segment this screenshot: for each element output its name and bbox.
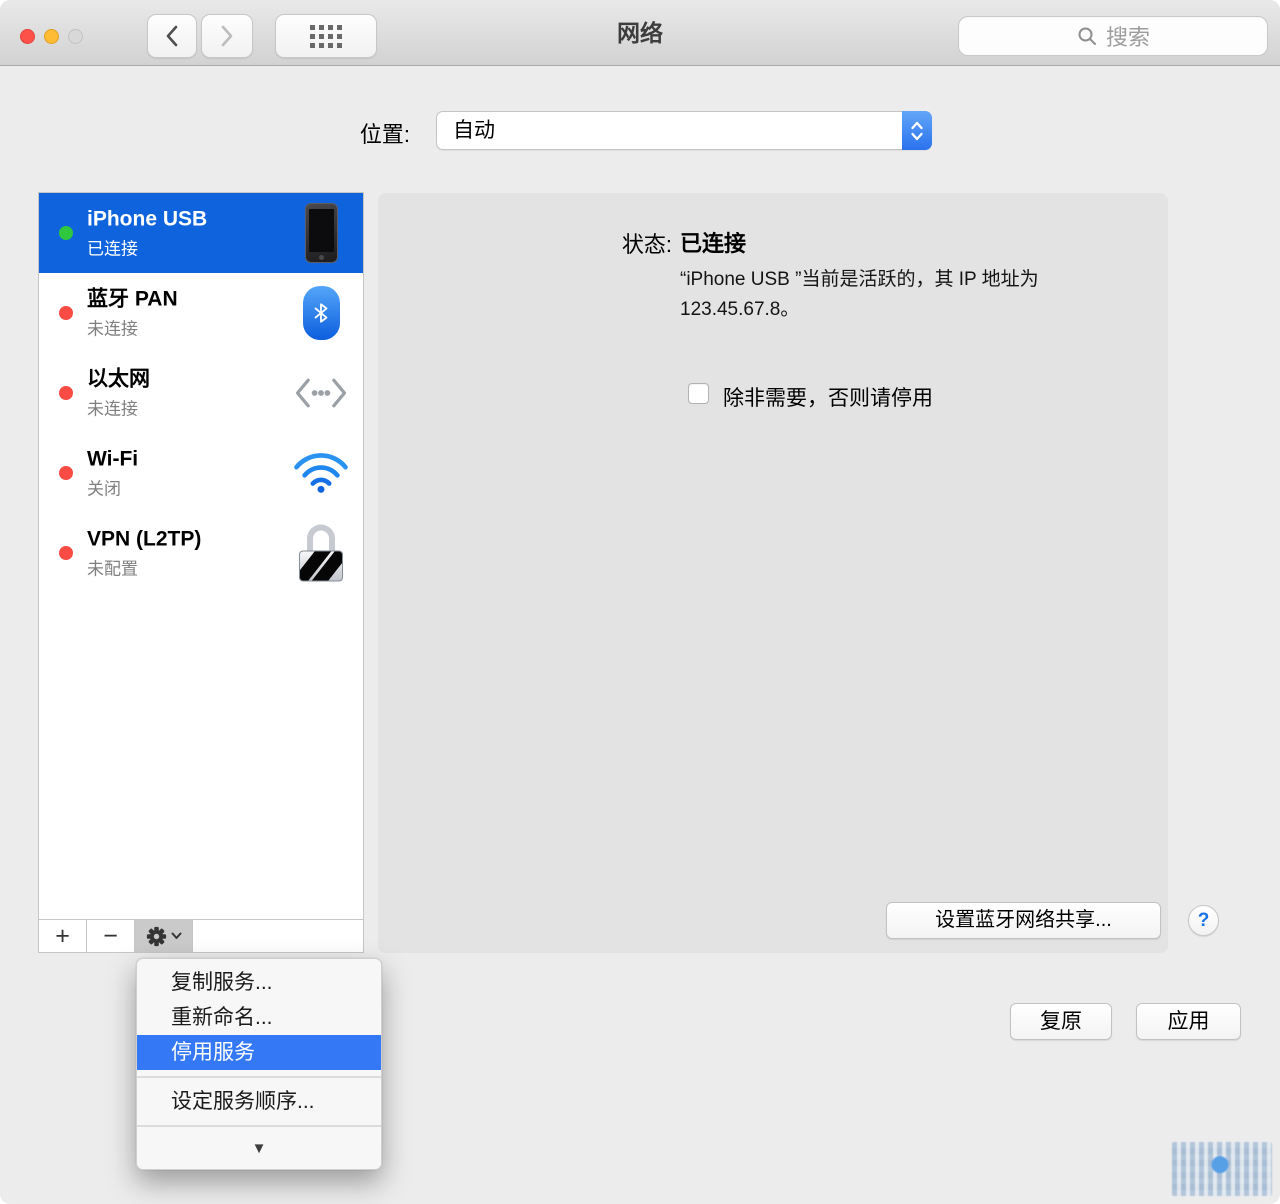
menu-item-rename-service[interactable]: 重新命名... <box>137 1000 381 1035</box>
window-title: 网络 <box>380 0 900 66</box>
chevron-left-icon <box>165 24 179 48</box>
apply-button[interactable]: 应用 <box>1136 1003 1241 1040</box>
iphone-icon <box>305 203 338 263</box>
service-status: 未连接 <box>87 395 150 420</box>
services-list: iPhone USB 已连接 蓝牙 PAN 未连接 以太网 <box>38 192 364 953</box>
service-actions-menu: 复制服务... 重新命名... 停用服务 设定服务顺序... ▼ <box>136 958 382 1170</box>
search-placeholder: 搜索 <box>1106 20 1150 52</box>
zoom-button[interactable] <box>68 29 83 44</box>
grid-icon <box>310 25 342 48</box>
lock-icon <box>299 525 343 582</box>
gear-icon <box>146 926 167 947</box>
back-button[interactable] <box>147 14 197 58</box>
menu-item-duplicate-service[interactable]: 复制服务... <box>137 965 381 1000</box>
wifi-icon <box>293 452 349 494</box>
service-status: 未连接 <box>87 315 178 340</box>
menu-scroll-down-arrow[interactable]: ▼ <box>137 1133 381 1163</box>
status-dot-connected <box>59 226 73 240</box>
status-dot-off <box>59 466 73 480</box>
minimize-button[interactable] <box>44 29 59 44</box>
location-label: 位置: <box>300 117 410 149</box>
search-input[interactable]: 搜索 <box>958 16 1268 56</box>
menu-separator <box>137 1125 381 1127</box>
menu-separator <box>137 1076 381 1078</box>
show-all-button[interactable] <box>275 14 377 58</box>
status-dot-disconnected <box>59 386 73 400</box>
close-button[interactable] <box>20 29 35 44</box>
status-dot-unconfigured <box>59 546 73 560</box>
forward-button[interactable] <box>201 14 253 58</box>
titlebar: 网络 搜索 <box>0 0 1280 66</box>
service-name: iPhone USB <box>87 207 207 232</box>
service-status: 已连接 <box>87 235 207 260</box>
service-row-vpn-l2tp[interactable]: VPN (L2TP) 未配置 <box>39 513 363 593</box>
service-actions-button[interactable] <box>135 920 193 952</box>
service-status: 未配置 <box>87 555 201 580</box>
menu-item-deactivate-service[interactable]: 停用服务 <box>137 1035 381 1070</box>
service-name: 以太网 <box>87 367 150 392</box>
checkbox-label: 除非需要，否则请停用 <box>723 382 933 412</box>
service-row-iphone-usb[interactable]: iPhone USB 已连接 <box>39 193 363 273</box>
menu-item-set-service-order[interactable]: 设定服务顺序... <box>137 1084 381 1119</box>
setup-bluetooth-sharing-button[interactable]: 设置蓝牙网络共享... <box>886 902 1161 939</box>
service-row-ethernet[interactable]: 以太网 未连接 <box>39 353 363 433</box>
status-value: 已连接 <box>680 226 746 258</box>
service-status: 关闭 <box>87 475 138 500</box>
service-name: Wi-Fi <box>87 447 138 472</box>
bluetooth-icon <box>303 286 340 340</box>
remove-service-button[interactable]: − <box>87 920 135 952</box>
network-preferences-window: 网络 搜索 位置: 自动 iPhone USB 已连接 蓝牙 PAN <box>0 0 1280 1204</box>
service-name: VPN (L2TP) <box>87 527 201 552</box>
service-row-wifi[interactable]: Wi-Fi 关闭 <box>39 433 363 513</box>
status-dot-disconnected <box>59 306 73 320</box>
disable-unless-needed-checkbox[interactable] <box>688 383 709 404</box>
chevron-up-down-icon <box>902 111 932 150</box>
location-select[interactable]: 自动 <box>436 111 932 150</box>
search-icon <box>1076 25 1098 47</box>
services-toolbar: + − <box>39 919 363 952</box>
status-label: 状态: <box>548 227 672 259</box>
detail-panel: 状态: 已连接 “iPhone USB ”当前是活跃的，其 IP 地址为 123… <box>378 193 1168 953</box>
help-button[interactable]: ? <box>1188 905 1219 936</box>
watermark-logo <box>1172 1142 1272 1196</box>
chevron-down-icon <box>171 932 182 940</box>
service-row-bluetooth-pan[interactable]: 蓝牙 PAN 未连接 <box>39 273 363 353</box>
add-service-button[interactable]: + <box>39 920 87 952</box>
chevron-right-icon <box>220 24 234 48</box>
status-description: “iPhone USB ”当前是活跃的，其 IP 地址为 123.45.67.8… <box>680 265 1140 325</box>
service-name: 蓝牙 PAN <box>87 287 178 312</box>
ethernet-icon <box>294 377 348 409</box>
location-value: 自动 <box>437 112 931 149</box>
revert-button[interactable]: 复原 <box>1010 1003 1112 1040</box>
